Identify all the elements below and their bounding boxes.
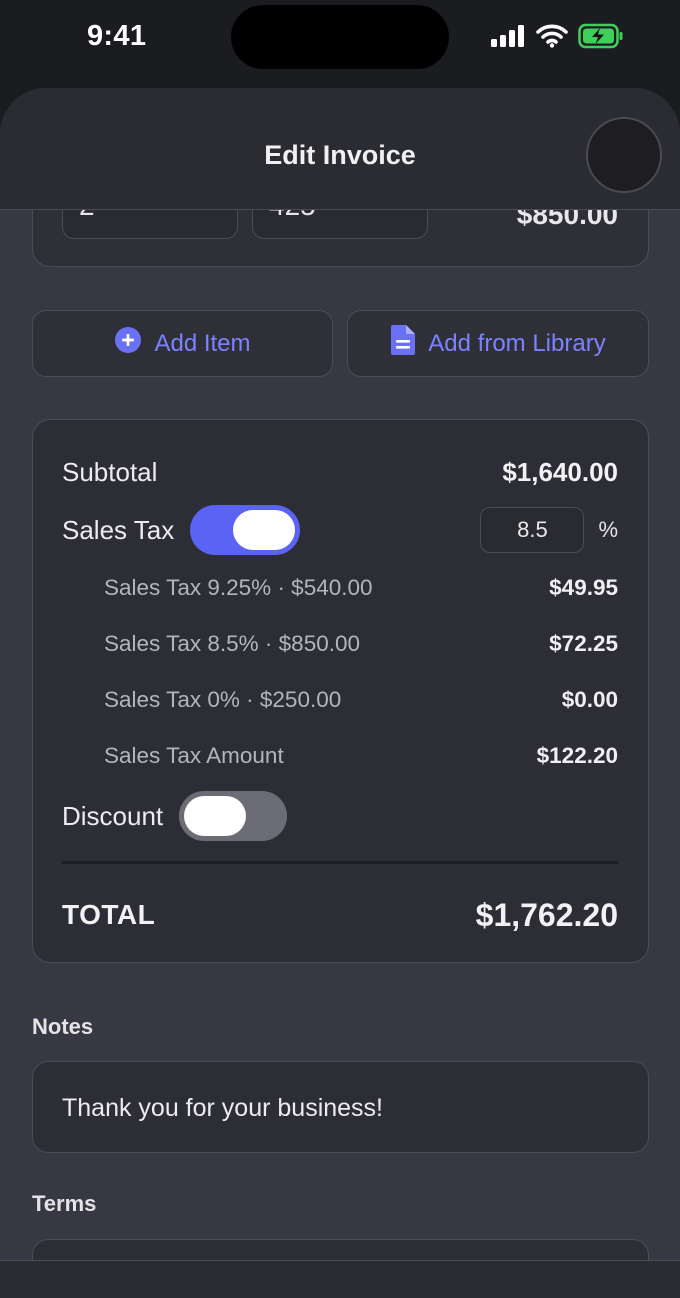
total-row: TOTAL $1,762.20 [62,894,618,936]
toggle-knob [184,796,247,836]
sales-tax-label: Sales Tax [62,514,175,545]
status-time: 9:41 [87,20,147,52]
close-button[interactable] [586,117,662,193]
total-value: $1,762.20 [475,896,618,933]
tax-breakdown-row: Sales Tax 9.25% · $540.00 $49.95 [62,572,618,604]
dynamic-island [231,5,449,69]
tax-breakdown-row: Sales Tax 0% · $250.00 $0.00 [62,684,618,716]
totals-divider [62,861,618,864]
percent-symbol: % [598,517,618,542]
subtotal-value: $1,640.00 [502,456,618,487]
wifi-icon [536,24,568,53]
terms-label: Terms [32,1191,97,1216]
tax-breakdown-label: Sales Tax 0% · $250.00 [104,687,342,712]
sales-tax-amount-label: Sales Tax Amount [104,743,284,768]
device-frame-edge [610,0,680,90]
add-item-button[interactable]: Add Item [32,310,333,377]
tax-breakdown-value: $0.00 [561,687,618,712]
notes-field[interactable]: Thank you for your business! [32,1061,649,1153]
total-label: TOTAL [62,899,156,930]
toggle-knob [233,510,296,550]
tax-breakdown-value: $49.95 [549,575,618,600]
tax-breakdown-label: Sales Tax 9.25% · $540.00 [104,575,373,600]
invoice-sheet: Edit Invoice 2 425 $850.00 Add Item [0,88,680,1298]
subtotal-row: Subtotal $1,640.00 [62,454,618,490]
add-from-library-button[interactable]: Add from Library [347,310,649,377]
discount-row: Discount [62,791,618,841]
page-title: Edit Invoice [264,140,416,170]
plus-circle-icon [114,326,142,361]
sales-tax-label-group: Sales Tax [62,505,301,555]
tax-breakdown-row: Sales Tax 8.5% · $850.00 $72.25 [62,628,618,660]
sales-tax-amount-row: Sales Tax Amount $122.20 [62,740,618,772]
sales-tax-amount-value: $122.20 [536,743,618,768]
tax-rate-input[interactable] [480,507,585,553]
tax-breakdown-label: Sales Tax 8.5% · $850.00 [104,631,361,656]
cellular-signal-icon [490,24,526,53]
tax-rate-group: % [480,507,618,553]
subtotal-label: Subtotal [62,456,158,487]
notes-text: Thank you for your business! [62,1094,383,1122]
notes-label: Notes [32,1014,94,1039]
tax-breakdown-value: $72.25 [549,631,618,656]
document-icon [390,324,416,363]
bottom-bar [0,1260,680,1298]
add-from-library-label: Add from Library [428,329,606,357]
add-item-label: Add Item [154,329,251,357]
sales-tax-toggle[interactable] [190,505,301,555]
sheet-header: Edit Invoice [0,88,680,210]
totals-card: Subtotal $1,640.00 Sales Tax % Sales Tax… [32,419,649,963]
discount-label-group: Discount [62,791,288,841]
discount-toggle[interactable] [179,791,288,841]
status-icons [490,22,624,54]
status-bar: 9:41 [0,0,680,80]
discount-label: Discount [62,800,164,831]
sales-tax-row: Sales Tax % [62,505,618,555]
